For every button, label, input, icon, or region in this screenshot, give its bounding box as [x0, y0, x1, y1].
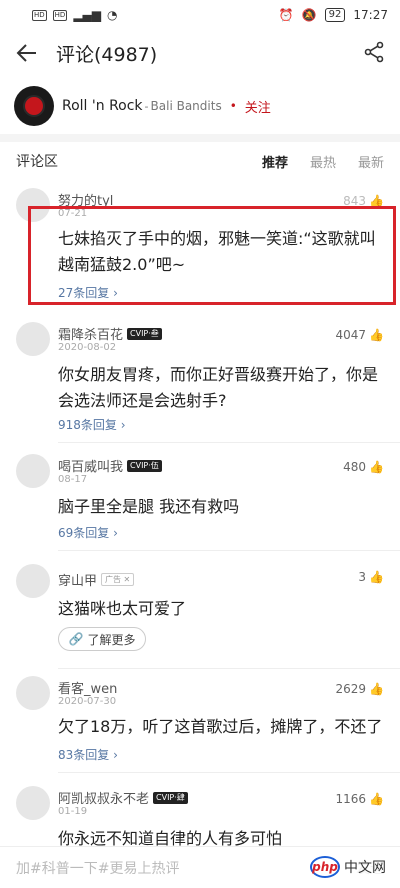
comment-text-line: 你女朋友胃疼，而你正好晋级赛开始了，你是 — [58, 365, 379, 384]
comment-username[interactable]: 看客_wen — [58, 678, 117, 697]
ad-badge[interactable]: 广告 ✕ — [101, 573, 135, 586]
like-button[interactable]: 4047 👍 — [336, 328, 385, 342]
comment-text: 你女朋友胃疼，而你正好晋级赛开始了，你是 会选法师还是会选射手? — [58, 362, 388, 414]
artist-separator: - — [144, 99, 149, 113]
comment-text-line: 会选法师还是会选射手? — [58, 391, 227, 410]
learn-more-label: 了解更多 — [87, 632, 136, 647]
highlight-box — [28, 206, 396, 305]
comment-username[interactable]: 霜降杀百花 — [58, 324, 123, 343]
comment-text: 脑子里全是腿 我还有救吗 — [58, 497, 240, 516]
dot-separator: • — [229, 99, 237, 113]
thumbs-up-icon: 👍 — [369, 328, 384, 342]
comment-separator — [58, 442, 400, 443]
comment-date: 08-17 — [58, 474, 88, 485]
section-divider — [0, 134, 400, 142]
avatar[interactable] — [16, 564, 50, 598]
section-title: 评论区 — [16, 154, 58, 170]
ad-badge-label: 广告 — [105, 575, 122, 584]
like-count: 2629 — [335, 682, 367, 696]
like-button[interactable]: 1166 👍 — [336, 792, 385, 806]
back-arrow-icon[interactable] — [14, 40, 40, 66]
comment-separator — [58, 550, 400, 551]
replies-link[interactable]: 69条回复 › — [58, 524, 118, 541]
comment-username[interactable]: 喝百威叫我 — [58, 456, 123, 475]
comment-separator — [58, 668, 400, 669]
comment-username-row: 喝百威叫我 CVIP·伍 — [58, 456, 162, 475]
clock: 17:27 — [353, 8, 388, 22]
watermark-logo: php — [310, 856, 340, 878]
comment-date: 01-19 — [58, 806, 88, 817]
comment-section-header: 评论区 推荐 最热 最新 — [0, 146, 400, 176]
like-button[interactable]: 3 👍 — [358, 570, 384, 584]
album-cover-icon — [14, 86, 54, 126]
like-button[interactable]: 480 👍 — [343, 460, 384, 474]
battery-indicator: 92 — [324, 8, 346, 22]
comment-username-row: 阿凯叔叔永不老 CVIP·肆 — [58, 788, 188, 807]
signal-icon: ▂▄▆ — [73, 8, 101, 22]
avatar[interactable] — [16, 322, 50, 356]
vip-badge: CVIP·伍 — [127, 459, 162, 472]
song-info-row[interactable]: Roll 'n Rock - Bali Bandits • 关注 — [0, 80, 400, 132]
comment-date: 2020-07-30 — [58, 696, 117, 707]
comment-input[interactable]: 加#科普一下#更易上热评 — [16, 858, 179, 878]
comment-text: 欠了18万，听了这首歌过后，摊牌了，不还了 — [58, 717, 383, 736]
comment-username[interactable]: 穿山甲 — [58, 570, 97, 589]
comment-separator — [58, 772, 400, 773]
replies-link[interactable]: 83条回复 › — [58, 746, 118, 763]
vip-badge: CVIP·叁 — [127, 327, 162, 340]
comment-username-row: 霜降杀百花 CVIP·叁 — [58, 324, 162, 343]
song-artist: Bali Bandits — [150, 99, 222, 113]
avatar[interactable] — [16, 454, 50, 488]
tab-recommended[interactable]: 推荐 — [262, 152, 288, 171]
sim1-icon: HD — [32, 9, 47, 21]
watermark-text: 中文网 — [342, 857, 388, 877]
app-header: 评论(4987) — [0, 30, 400, 76]
avatar[interactable] — [16, 786, 50, 820]
watermark: php 中文网 — [310, 856, 388, 878]
replies-link[interactable]: 918条回复 › — [58, 416, 126, 433]
wifi-icon: ◔ — [107, 8, 118, 22]
like-count: 1166 — [335, 792, 367, 806]
page-title: 评论(4987) — [56, 43, 158, 66]
alarm-icon: ⏰ — [278, 8, 294, 22]
comment-username[interactable]: 阿凯叔叔永不老 — [58, 788, 149, 807]
like-count: 4047 — [335, 328, 367, 342]
tab-newest[interactable]: 最新 — [358, 152, 384, 171]
song-name: Roll 'n Rock — [62, 98, 143, 114]
follow-button[interactable]: 关注 — [245, 97, 271, 116]
share-icon[interactable] — [362, 40, 388, 66]
sim2-icon: HD — [52, 9, 68, 21]
thumbs-up-icon: 👍 — [369, 682, 384, 696]
avatar[interactable] — [16, 676, 50, 710]
learn-more-button[interactable]: 🔗 了解更多 — [58, 627, 146, 651]
like-count: 3 — [358, 570, 367, 584]
comment-text: 这猫咪也太可爱了 — [58, 599, 187, 618]
comment-date: 2020-08-02 — [58, 342, 117, 353]
vip-badge: CVIP·肆 — [153, 791, 188, 804]
tab-hottest[interactable]: 最热 — [310, 152, 336, 171]
thumbs-up-icon: 👍 — [369, 460, 384, 474]
like-button[interactable]: 2629 👍 — [336, 682, 385, 696]
sort-tabs: 推荐 最热 最新 — [262, 152, 384, 171]
link-icon: 🔗 — [68, 632, 84, 646]
status-bar: HD HD ▂▄▆ ◔ ⏰ 🔕 92 17:27 — [0, 0, 400, 30]
mute-icon: 🔕 — [301, 8, 317, 22]
comment-username-row: 穿山甲 广告 ✕ — [58, 570, 135, 589]
thumbs-up-icon: 👍 — [369, 792, 384, 806]
like-count: 480 — [343, 460, 367, 474]
thumbs-up-icon: 👍 — [369, 570, 384, 584]
